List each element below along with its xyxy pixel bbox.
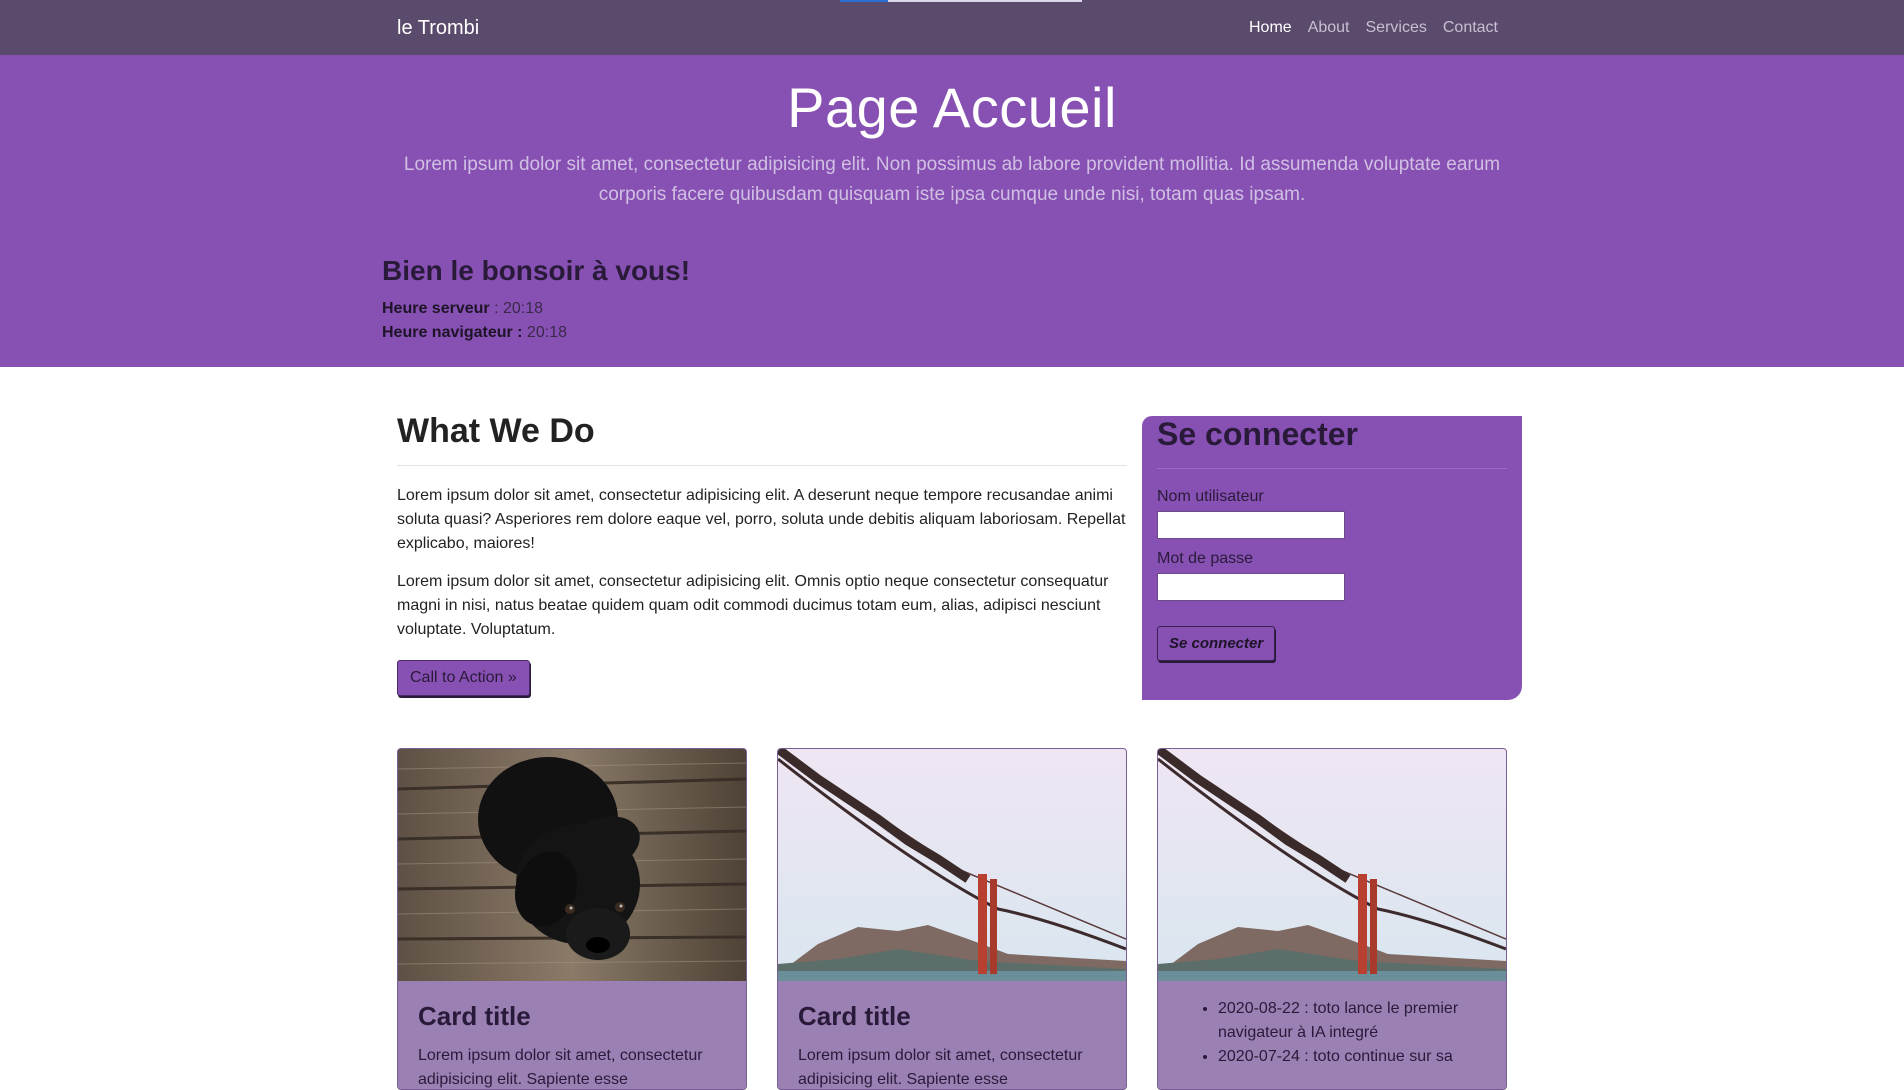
golden-gate-bridge-photo [778,749,1126,981]
card-body: Card title Lorem ipsum dolor sit amet, c… [398,981,746,1089]
brand-logo-text[interactable]: le Trombi [397,17,479,40]
card-news: 2020-08-22 : toto lance le premier navig… [1157,748,1507,1090]
login-title: Se connecter [1157,416,1358,452]
browser-time-label: Heure navigateur : [382,324,523,341]
card-title: Card title [418,1001,531,1031]
nav-link-contact[interactable]: Contact [1443,19,1498,37]
nav-link-about[interactable]: About [1308,19,1350,37]
password-label: Mot de passe [1157,550,1254,567]
card-puppy: Card title Lorem ipsum dolor sit amet, c… [397,748,747,1090]
greeting-block: Bien le bonsoir à vous! Heure serveur : … [382,255,690,345]
nav-link-services[interactable]: Services [1366,19,1427,37]
card-title: Card title [798,1001,911,1031]
top-navbar: le Trombi Home About Services Contact [0,0,1904,55]
what-we-do-section: What We Do Lorem ipsum dolor sit amet, c… [397,412,1127,696]
nav-links: Home About Services Contact [1249,19,1498,37]
news-item: 2020-07-24 : toto continue sur sa [1218,1045,1478,1069]
browser-time-value: 20:18 [522,324,567,341]
divider [397,465,1127,466]
hero-lead-text: Lorem ipsum dolor sit amet, consectetur … [403,154,1501,205]
page-load-progress-bar [840,0,1082,2]
call-to-action-button[interactable]: Call to Action » [397,660,530,696]
section-heading: What We Do [397,412,595,450]
black-puppy-photo [398,749,746,981]
news-list: 2020-08-22 : toto lance le premier navig… [1158,997,1506,1069]
username-input[interactable] [1157,511,1345,539]
card-text: Lorem ipsum dolor sit amet, consectetur … [798,1047,1083,1088]
section-paragraph: Lorem ipsum dolor sit amet, consectetur … [397,573,1109,638]
card-bridge: Card title Lorem ipsum dolor sit amet, c… [777,748,1127,1090]
greeting-heading: Bien le bonsoir à vous! [382,255,691,286]
server-time-label: Heure serveur [382,300,490,317]
section-paragraph: Lorem ipsum dolor sit amet, consectetur … [397,487,1126,552]
page-load-progress-fill [840,0,888,2]
login-panel: Se connecter Nom utilisateur Mot de pass… [1142,416,1522,700]
server-time-row: Heure serveur : 20:18 [382,297,690,321]
card-body: Card title Lorem ipsum dolor sit amet, c… [778,981,1126,1089]
nav-link-home[interactable]: Home [1249,19,1292,37]
browser-time-row: Heure navigateur : 20:18 [382,321,690,345]
card-text: Lorem ipsum dolor sit amet, consectetur … [418,1047,703,1088]
server-time-value: : 20:18 [489,300,543,317]
divider [1157,468,1507,469]
news-item: 2020-08-22 : toto lance le premier navig… [1218,997,1478,1045]
hero-jumbotron: Page Accueil Lorem ipsum dolor sit amet,… [0,55,1904,367]
login-submit-button[interactable]: Se connecter [1157,626,1276,661]
page-title: Page Accueil [787,76,1117,139]
password-input[interactable] [1157,573,1345,601]
golden-gate-bridge-photo [1158,749,1506,981]
username-label: Nom utilisateur [1157,488,1264,505]
